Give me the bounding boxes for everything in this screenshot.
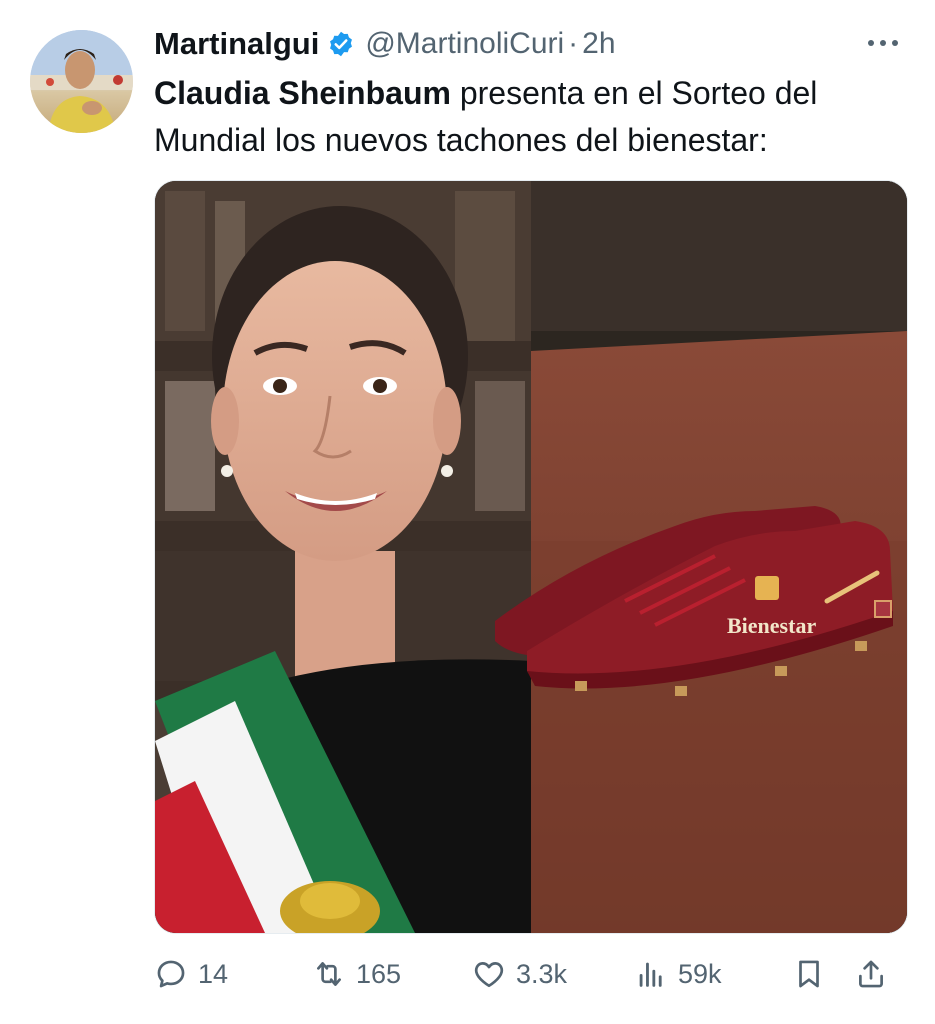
reply-count: 14: [198, 958, 229, 989]
reply-button[interactable]: 14: [154, 950, 228, 998]
separator-dot: ·: [568, 27, 579, 60]
reply-icon: [157, 960, 185, 988]
tweet-text-bold: Claudia Sheinbaum: [154, 75, 451, 111]
shoe-brand-text: Bienestar: [727, 613, 816, 638]
retweet-count: 165: [356, 958, 402, 989]
heart-icon: [474, 962, 504, 988]
author-display-name[interactable]: Martinalgui: [154, 26, 319, 62]
verified-badge-icon: [327, 30, 355, 58]
bookmark-icon: [799, 960, 819, 988]
share-icon: [859, 960, 883, 988]
views-chart-icon: [639, 962, 662, 987]
tweet-text: Claudia Sheinbaum presenta en el Sorteo …: [154, 70, 914, 164]
like-button[interactable]: 3.3k: [472, 950, 567, 998]
tweet-header: Martinalgui @MartinoliCuri · 2h: [154, 22, 616, 66]
bookmark-button[interactable]: [792, 950, 836, 998]
tweet-media-image[interactable]: Bienestar: [154, 180, 908, 934]
retweet-icon: [317, 962, 341, 986]
share-button[interactable]: [854, 950, 898, 998]
views-button[interactable]: 59k: [634, 950, 722, 998]
tweet-action-bar: 14 165 3.3k 59k: [154, 950, 914, 998]
tweet-timestamp[interactable]: 2h: [582, 27, 615, 61]
author-avatar[interactable]: [30, 30, 133, 133]
like-count: 3.3k: [516, 958, 568, 989]
views-count: 59k: [678, 958, 722, 989]
retweet-button[interactable]: 165: [312, 950, 401, 998]
author-handle[interactable]: @MartinoliCuri: [365, 27, 564, 61]
more-options-icon[interactable]: [863, 28, 903, 58]
